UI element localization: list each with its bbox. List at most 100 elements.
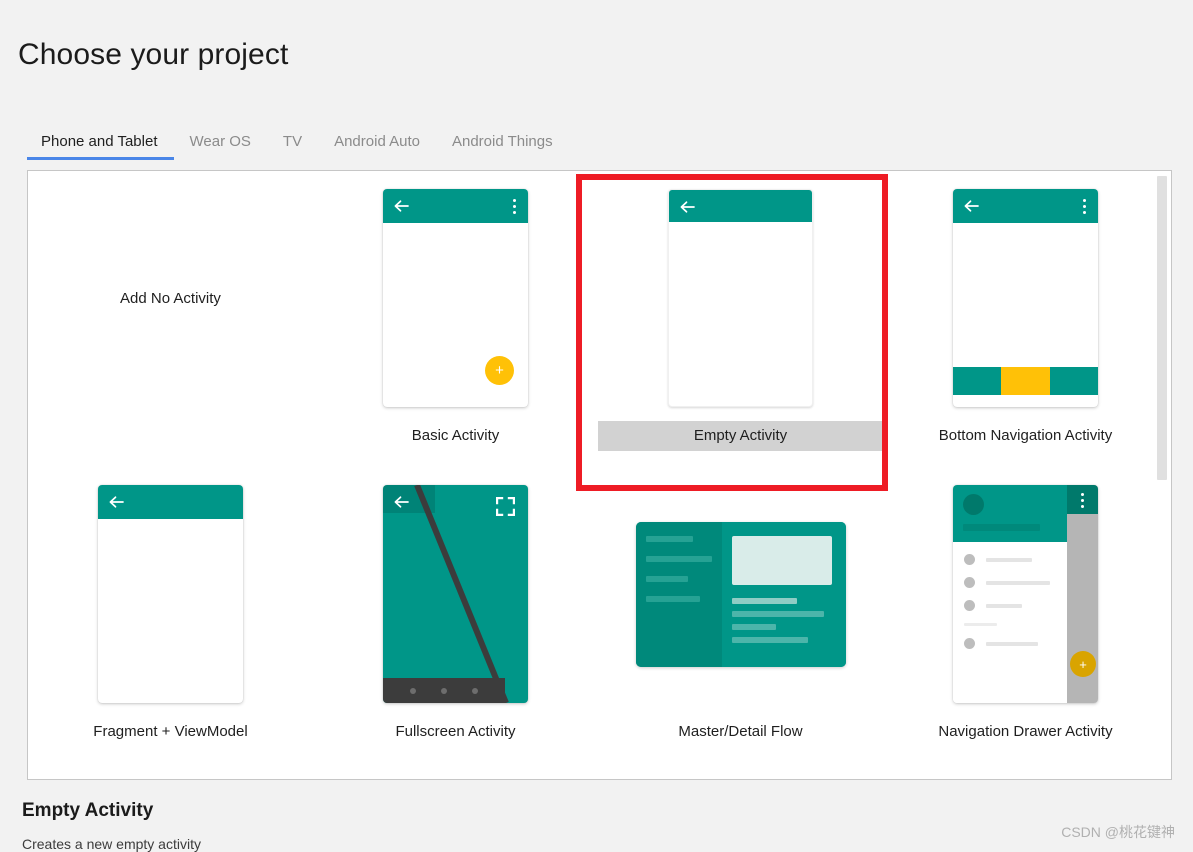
template-label: Fragment + ViewModel (28, 717, 313, 747)
nav-dot (441, 688, 447, 694)
list-item-bar (646, 536, 694, 542)
drawer-item-icon (964, 577, 975, 588)
template-label: Master/Detail Flow (598, 717, 883, 747)
navigation-drawer (953, 485, 1067, 703)
drawer-item-label-bar (986, 581, 1050, 585)
tab-android-things[interactable]: Android Things (436, 133, 569, 160)
selected-template-title: Empty Activity (22, 800, 153, 822)
back-arrow-icon (680, 200, 695, 214)
template-gallery-panel: Add No Activity + Basic Activity (27, 170, 1172, 780)
detail-text-bar (732, 611, 824, 617)
gallery-scrollbar-track[interactable] (1154, 172, 1170, 780)
back-arrow-icon (394, 495, 409, 509)
watermark: CSDN @桃花键神 (1061, 822, 1175, 842)
template-label: Navigation Drawer Activity (883, 717, 1168, 747)
fullscreen-expand-icon (496, 497, 515, 516)
list-item-bar (646, 596, 700, 602)
list-item-bar (646, 576, 688, 582)
template-label: Empty Activity (598, 421, 883, 451)
app-bar (98, 485, 243, 519)
drawer-item-label-bar (986, 604, 1022, 608)
detail-text-bar (732, 598, 797, 604)
template-card-empty-activity[interactable]: Empty Activity (598, 171, 883, 467)
floating-action-button-icon: + (485, 356, 514, 385)
diagonal-line-decoration (383, 485, 528, 703)
template-thumbnail-master-detail (598, 471, 883, 717)
bottom-nav-item-active (1001, 367, 1049, 395)
template-thumbnail-nav-drawer: + (883, 471, 1168, 717)
master-list-pane (636, 522, 722, 667)
app-bar-right-segment (1067, 485, 1098, 514)
tab-wear-os[interactable]: Wear OS (174, 133, 267, 160)
template-thumbnail-none: Add No Activity (28, 175, 313, 421)
template-thumbnail-empty (598, 175, 883, 421)
app-bar (953, 189, 1098, 223)
tab-tv[interactable]: TV (267, 133, 318, 160)
category-tab-strip: Phone and Tablet Wear OS TV Android Auto… (27, 133, 1172, 167)
app-bar (383, 189, 528, 223)
drawer-divider (964, 623, 997, 626)
template-grid: Add No Activity + Basic Activity (28, 171, 1171, 763)
nav-dot (472, 688, 478, 694)
back-arrow-icon (109, 495, 124, 509)
template-thumbnail-bottom-nav (883, 175, 1168, 421)
template-card-fragment-viewmodel[interactable]: Fragment + ViewModel (28, 467, 313, 763)
page-title: Choose your project (18, 38, 288, 72)
list-item-bar (646, 556, 712, 562)
bottom-nav-item (1050, 367, 1098, 395)
tab-label: TV (283, 133, 302, 150)
drawer-header (953, 485, 1067, 542)
kebab-menu-icon (1083, 199, 1086, 214)
tab-label: Android Things (452, 133, 553, 150)
kebab-menu-icon (1081, 493, 1084, 508)
template-label: Basic Activity (313, 421, 598, 451)
avatar (963, 494, 984, 515)
back-arrow-icon (964, 199, 979, 213)
drawer-item-icon (964, 600, 975, 611)
phone-mock (668, 189, 813, 407)
drawer-header-bar (963, 524, 1040, 531)
drawer-list-item (953, 554, 1067, 565)
drawer-item-icon (964, 638, 975, 649)
drawer-list-item (953, 638, 1067, 649)
phone-mock (98, 485, 243, 703)
gallery-scrollbar-thumb[interactable] (1157, 176, 1167, 480)
template-card-master-detail-flow[interactable]: Master/Detail Flow (598, 467, 883, 763)
drawer-item-icon (964, 554, 975, 565)
tablet-mock (636, 522, 846, 667)
template-label: Fullscreen Activity (313, 717, 598, 747)
kebab-menu-icon (513, 199, 516, 214)
app-bar (669, 190, 812, 222)
tab-label: Phone and Tablet (41, 133, 158, 150)
template-card-add-no-activity[interactable]: Add No Activity (28, 171, 313, 467)
tab-label: Android Auto (334, 133, 420, 150)
template-thumbnail-basic: + (313, 175, 598, 421)
tab-label: Wear OS (190, 133, 251, 150)
selected-template-description: Creates a new empty activity (22, 836, 201, 852)
nav-dot (410, 688, 416, 694)
template-card-bottom-navigation-activity[interactable]: Bottom Navigation Activity (883, 171, 1168, 467)
detail-text-bar (732, 624, 776, 630)
phone-mock: + (383, 189, 528, 407)
phone-mock (953, 189, 1098, 407)
system-navigation-bar (383, 678, 505, 703)
template-thumbnail-fullscreen (313, 471, 598, 717)
template-card-navigation-drawer-activity[interactable]: + (883, 467, 1168, 763)
bottom-nav-item (953, 367, 1001, 395)
phone-mock: + (953, 485, 1098, 703)
floating-action-button-icon: + (1070, 651, 1096, 677)
bottom-navigation-bar (953, 367, 1098, 395)
drawer-list-item (953, 600, 1067, 611)
template-card-fullscreen-activity[interactable]: Fullscreen Activity (313, 467, 598, 763)
template-card-basic-activity[interactable]: + Basic Activity (313, 171, 598, 467)
drawer-item-label-bar (986, 642, 1038, 646)
tab-phone-and-tablet[interactable]: Phone and Tablet (27, 133, 174, 160)
back-arrow-icon (394, 199, 409, 213)
template-thumbnail-fragment-viewmodel (28, 471, 313, 717)
tab-android-auto[interactable]: Android Auto (318, 133, 436, 160)
template-label: Bottom Navigation Activity (883, 421, 1168, 451)
template-label: Add No Activity (120, 290, 221, 307)
drawer-list-item (953, 577, 1067, 588)
detail-pane (722, 522, 846, 667)
drawer-item-label-bar (986, 558, 1032, 562)
